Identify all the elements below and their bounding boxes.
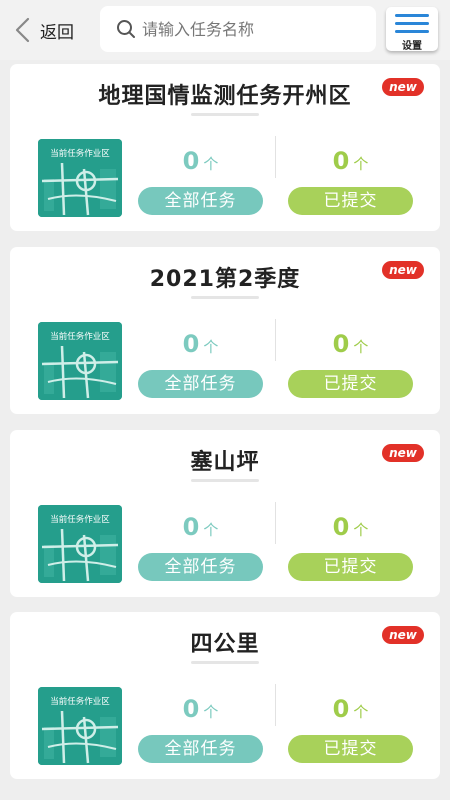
- sub-count-unit: 个: [353, 155, 369, 173]
- task-card[interactable]: 塞山坪 new 当前任务作业区 0个 0个 全部任务 已提交: [10, 430, 440, 597]
- all-tasks-count: 0个: [138, 329, 263, 359]
- all-tasks-count: 0个: [138, 512, 263, 542]
- task-card[interactable]: 地理国情监测任务开州区 new 当前任务作业区 0个 0个 全部任务 已提交: [10, 64, 440, 231]
- all-count-unit: 个: [203, 703, 219, 721]
- search-box[interactable]: [100, 6, 376, 52]
- all-count-value: 0: [182, 695, 200, 723]
- submitted-button[interactable]: 已提交: [288, 553, 413, 581]
- all-tasks-count: 0个: [138, 694, 263, 724]
- menu-icon: [395, 14, 429, 17]
- all-count-unit: 个: [203, 338, 219, 356]
- title-underline: [191, 661, 259, 664]
- task-title: 地理国情监测任务开州区: [98, 84, 352, 109]
- new-badge: new: [382, 444, 424, 462]
- new-badge: new: [382, 78, 424, 96]
- thumbnail-label: 当前任务作业区: [50, 697, 110, 707]
- all-count-unit: 个: [203, 155, 219, 173]
- sub-count-unit: 个: [353, 338, 369, 356]
- all-count-value: 0: [182, 147, 200, 175]
- title-underline: [191, 479, 259, 482]
- work-area-thumbnail[interactable]: 当前任务作业区: [38, 139, 122, 217]
- new-badge: new: [382, 626, 424, 644]
- submitted-count: 0个: [288, 512, 413, 542]
- all-tasks-button[interactable]: 全部任务: [138, 187, 263, 215]
- work-area-thumbnail[interactable]: 当前任务作业区: [38, 322, 122, 400]
- column-divider: [275, 684, 276, 726]
- submitted-button[interactable]: 已提交: [288, 735, 413, 763]
- chevron-left-icon: [15, 17, 30, 43]
- work-area-thumbnail[interactable]: 当前任务作业区: [38, 687, 122, 765]
- search-input[interactable]: [142, 19, 372, 39]
- all-count-value: 0: [182, 513, 200, 541]
- back-button[interactable]: 返回: [14, 16, 74, 44]
- all-tasks-button[interactable]: 全部任务: [138, 370, 263, 398]
- task-card[interactable]: 四公里 new 当前任务作业区 0个 0个 全部任务 已提交: [10, 612, 440, 779]
- settings-label: 设置: [402, 41, 422, 52]
- all-tasks-count: 0个: [138, 146, 263, 176]
- thumbnail-label: 当前任务作业区: [50, 332, 110, 342]
- sub-count-value: 0: [332, 695, 350, 723]
- all-tasks-button[interactable]: 全部任务: [138, 553, 263, 581]
- sub-count-value: 0: [332, 330, 350, 358]
- sub-count-unit: 个: [353, 703, 369, 721]
- task-card[interactable]: 2021第2季度 new 当前任务作业区 0个 0个 全部任务 已提交: [10, 247, 440, 414]
- submitted-count: 0个: [288, 694, 413, 724]
- all-count-unit: 个: [203, 521, 219, 539]
- submitted-count: 0个: [288, 146, 413, 176]
- all-tasks-button[interactable]: 全部任务: [138, 735, 263, 763]
- search-icon: [117, 20, 135, 38]
- sub-count-unit: 个: [353, 521, 369, 539]
- column-divider: [275, 319, 276, 361]
- thumbnail-label: 当前任务作业区: [50, 515, 110, 525]
- settings-button[interactable]: 设置: [386, 7, 438, 52]
- task-title: 四公里: [190, 632, 260, 657]
- task-title: 2021第2季度: [149, 267, 301, 292]
- submitted-count: 0个: [288, 329, 413, 359]
- sub-count-value: 0: [332, 513, 350, 541]
- menu-icon-bar: [395, 22, 429, 25]
- back-label: 返回: [40, 22, 74, 43]
- thumbnail-label: 当前任务作业区: [50, 149, 110, 159]
- work-area-thumbnail[interactable]: 当前任务作业区: [38, 505, 122, 583]
- column-divider: [275, 136, 276, 178]
- column-divider: [275, 502, 276, 544]
- new-badge: new: [382, 261, 424, 279]
- top-bar: 返回 设置: [0, 0, 450, 60]
- sub-count-value: 0: [332, 147, 350, 175]
- menu-icon-bar: [395, 30, 429, 33]
- title-underline: [191, 113, 259, 116]
- title-underline: [191, 296, 259, 299]
- all-count-value: 0: [182, 330, 200, 358]
- task-title: 塞山坪: [190, 450, 260, 475]
- submitted-button[interactable]: 已提交: [288, 370, 413, 398]
- submitted-button[interactable]: 已提交: [288, 187, 413, 215]
